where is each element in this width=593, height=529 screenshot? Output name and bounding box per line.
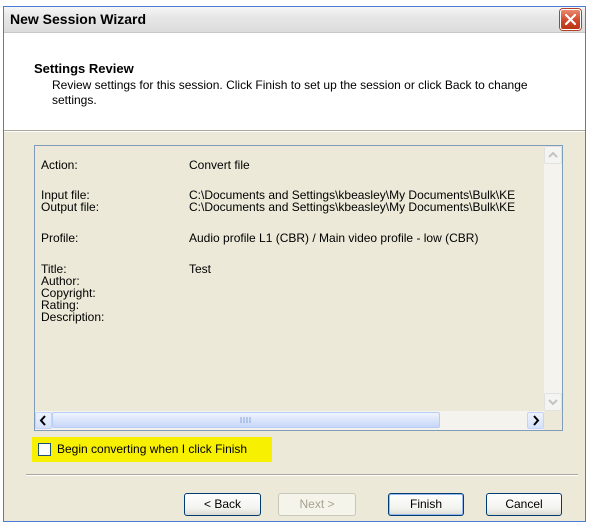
back-button[interactable]: < Back — [184, 493, 261, 516]
page-description: Review settings for this session. Click … — [52, 78, 528, 107]
begin-converting-label[interactable]: Begin converting when I click Finish — [57, 442, 247, 456]
summary-content: Action: Convert file Input file: C:\Docu… — [35, 146, 544, 411]
arrow-left-icon — [39, 415, 46, 426]
wizard-window: New Session Wizard Settings Review Revie… — [3, 6, 586, 522]
action-value: Convert file — [189, 158, 250, 172]
scroll-down-button[interactable] — [544, 393, 562, 411]
page-title: Settings Review — [34, 61, 134, 76]
next-button[interactable]: Next > — [278, 493, 356, 516]
profile-label: Profile: — [41, 231, 79, 245]
close-button[interactable] — [560, 9, 581, 30]
window-title: New Session Wizard — [10, 11, 147, 27]
scrollbar-corner — [544, 411, 562, 430]
scroll-left-button[interactable] — [35, 412, 52, 429]
vertical-scrollbar[interactable] — [544, 146, 562, 411]
scroll-right-button[interactable] — [527, 412, 544, 429]
action-label: Action: — [41, 158, 78, 172]
close-icon — [564, 13, 577, 26]
title-value: Test — [189, 262, 212, 276]
horizontal-scrollbar[interactable] — [35, 411, 544, 430]
footer-divider — [26, 474, 578, 476]
arrow-up-icon — [548, 151, 558, 158]
profile-value: Audio profile L1 (CBR) / Main video prof… — [189, 231, 479, 245]
begin-converting-option[interactable]: Begin converting when I click Finish — [32, 437, 272, 462]
title-bar[interactable]: New Session Wizard — [4, 7, 585, 33]
cancel-button[interactable]: Cancel — [486, 493, 562, 516]
finish-button[interactable]: Finish — [388, 493, 464, 516]
header-divider — [4, 130, 585, 132]
arrow-down-icon — [548, 399, 558, 406]
begin-converting-checkbox[interactable] — [38, 443, 51, 456]
output-file-label: Output file: — [41, 200, 100, 214]
settings-summary-box[interactable]: Action: Convert file Input file: C:\Docu… — [34, 145, 563, 431]
grip-icon — [240, 417, 251, 423]
scroll-up-button[interactable] — [544, 146, 562, 164]
wizard-header: Settings Review Review settings for this… — [4, 33, 585, 130]
description-label: Description: — [41, 310, 105, 324]
arrow-right-icon — [533, 415, 540, 426]
output-file-value: C:\Documents and Settings\kbeasley\My Do… — [189, 200, 516, 214]
scrollbar-thumb[interactable] — [52, 412, 440, 428]
